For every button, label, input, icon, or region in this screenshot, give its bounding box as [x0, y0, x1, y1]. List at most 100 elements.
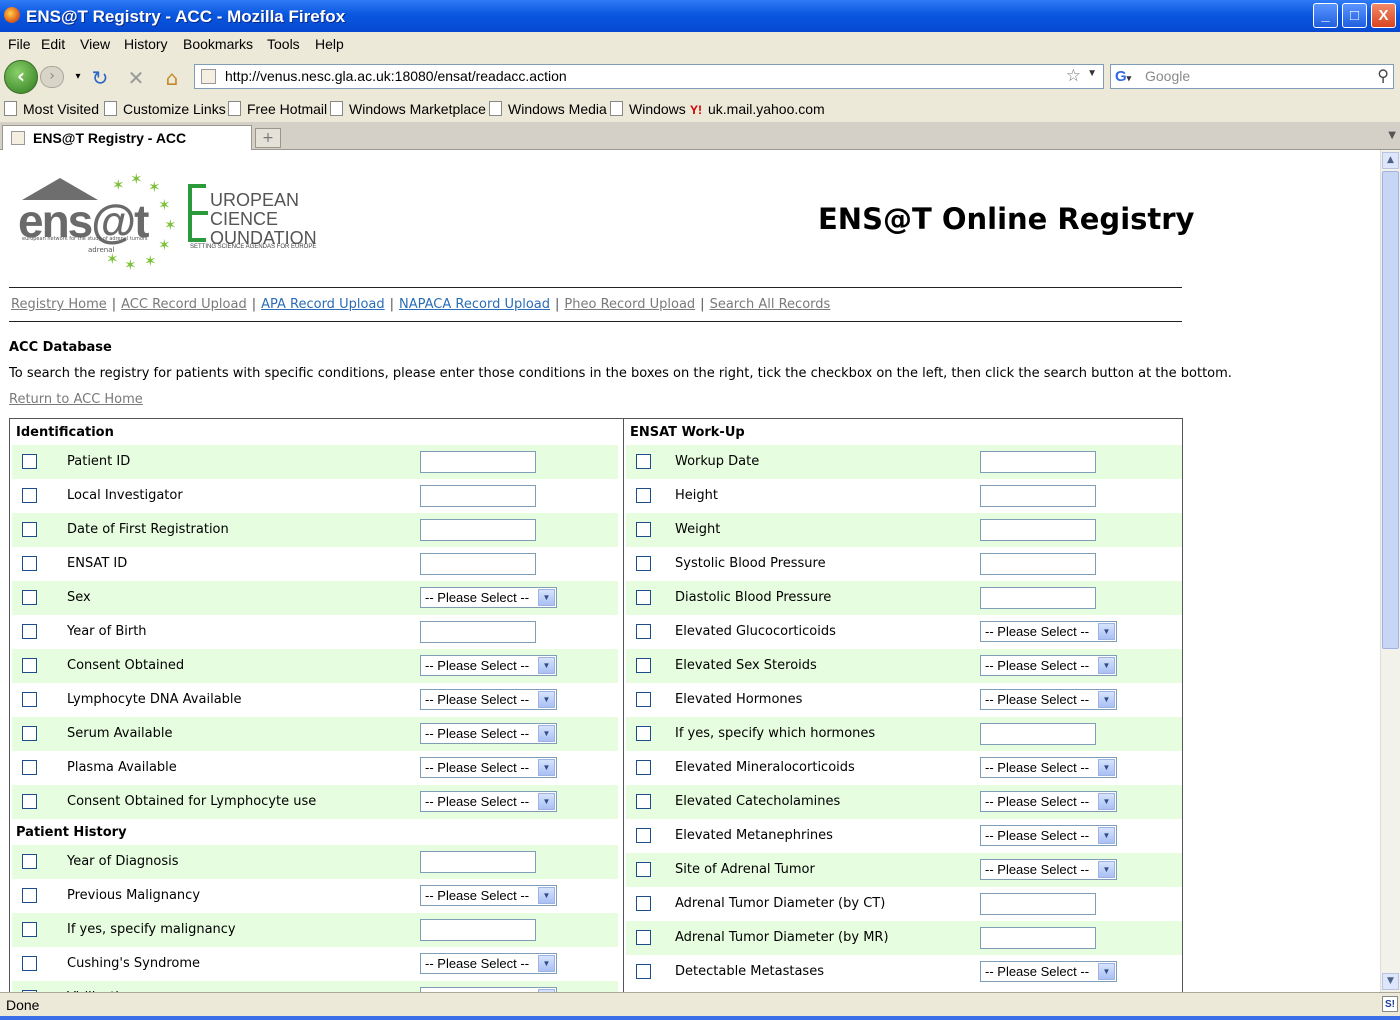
checkbox-cushing-s-syndrome[interactable]	[22, 956, 37, 971]
bookmark-star-icon[interactable]: ☆	[1066, 66, 1081, 86]
chevron-down-icon[interactable]: ▼	[1098, 691, 1115, 708]
select-serum-available[interactable]: -- Please Select -- ▼	[420, 723, 557, 744]
input-diastolic-blood-pressure[interactable]	[980, 587, 1096, 609]
scroll-up-icon[interactable]: ▲	[1382, 152, 1399, 169]
select-elevated-catecholamines[interactable]: -- Please Select -- ▼	[980, 791, 1117, 812]
checkbox-adrenal-tumor-diameter-by-ct[interactable]	[636, 896, 651, 911]
tab-ensat-registry[interactable]: ENS@T Registry - ACC	[2, 125, 252, 150]
checkbox-date-of-first-registration[interactable]	[22, 522, 37, 537]
menu-tools[interactable]: Tools	[267, 36, 300, 52]
input-if-yes-specify-malignancy[interactable]	[420, 919, 536, 941]
chevron-down-icon[interactable]: ▼	[1098, 793, 1115, 810]
forward-button[interactable]: ›	[40, 66, 64, 88]
close-button[interactable]: X	[1371, 3, 1396, 28]
address-bar[interactable]: http://venus.nesc.gla.ac.uk:18080/ensat/…	[194, 64, 1104, 89]
select-sex[interactable]: -- Please Select -- ▼	[420, 587, 557, 608]
checkbox-elevated-glucocorticoids[interactable]	[636, 624, 651, 639]
stop-icon[interactable]: ✕	[124, 66, 148, 90]
chevron-down-icon[interactable]: ▼	[1098, 963, 1115, 980]
select-elevated-mineralocorticoids[interactable]: -- Please Select -- ▼	[980, 757, 1117, 778]
input-weight[interactable]	[980, 519, 1096, 541]
chevron-down-icon[interactable]: ▼	[538, 955, 555, 972]
input-workup-date[interactable]	[980, 451, 1096, 473]
checkbox-detectable-metastases[interactable]	[636, 964, 651, 979]
nav-registry-home[interactable]: Registry Home	[11, 297, 107, 312]
chevron-down-icon[interactable]: ▼	[538, 725, 555, 742]
menu-help[interactable]: Help	[315, 36, 344, 52]
reload-icon[interactable]: ↻	[88, 66, 112, 90]
scroll-thumb[interactable]	[1382, 171, 1399, 649]
select-previous-malignancy[interactable]: -- Please Select -- ▼	[420, 885, 557, 906]
nav-apa-record-upload[interactable]: APA Record Upload	[261, 297, 385, 312]
input-year-of-birth[interactable]	[420, 621, 536, 643]
search-input[interactable]: Google	[1145, 68, 1190, 84]
chevron-down-icon[interactable]: ▼	[538, 657, 555, 674]
chevron-down-icon[interactable]: ▼	[1098, 861, 1115, 878]
back-button[interactable]: ‹	[4, 60, 38, 94]
checkbox-if-yes-specify-which-hormones[interactable]	[636, 726, 651, 741]
checkbox-if-yes-specify-malignancy[interactable]	[22, 922, 37, 937]
checkbox-site-of-adrenal-tumor[interactable]	[636, 862, 651, 877]
nav-napaca-record-upload[interactable]: NAPACA Record Upload	[399, 297, 550, 312]
bookmark-windows-marketplace[interactable]: Windows Marketplace	[330, 101, 486, 117]
input-if-yes-specify-which-hormones[interactable]	[980, 723, 1096, 745]
search-bar[interactable]: G▾ Google ⚲	[1110, 64, 1394, 89]
menu-file[interactable]: File	[8, 36, 31, 52]
chevron-down-icon[interactable]: ▼	[538, 793, 555, 810]
chevron-down-icon[interactable]: ▼	[1098, 657, 1115, 674]
input-date-of-first-registration[interactable]	[420, 519, 536, 541]
nav-pheo-record-upload[interactable]: Pheo Record Upload	[564, 297, 695, 312]
scroll-down-icon[interactable]: ▼	[1382, 973, 1399, 990]
select-consent-obtained[interactable]: -- Please Select -- ▼	[420, 655, 557, 676]
bookmark-most-visited[interactable]: Most Visited	[4, 101, 99, 117]
chevron-down-icon[interactable]: ▼	[538, 589, 555, 606]
bookmark-windows[interactable]: Windows	[610, 101, 686, 117]
checkbox-elevated-mineralocorticoids[interactable]	[636, 760, 651, 775]
checkbox-elevated-catecholamines[interactable]	[636, 794, 651, 809]
list-tabs-icon[interactable]: ▼	[1388, 130, 1396, 141]
input-systolic-blood-pressure[interactable]	[980, 553, 1096, 575]
select-lymphocyte-dna-available[interactable]: -- Please Select -- ▼	[420, 689, 557, 710]
input-year-of-diagnosis[interactable]	[420, 851, 536, 873]
checkbox-weight[interactable]	[636, 522, 651, 537]
checkbox-elevated-sex-steroids[interactable]	[636, 658, 651, 673]
select-elevated-glucocorticoids[interactable]: -- Please Select -- ▼	[980, 621, 1117, 642]
menu-edit[interactable]: Edit	[41, 36, 65, 52]
home-icon[interactable]: ⌂	[160, 66, 184, 90]
google-engine-icon[interactable]: G▾	[1115, 68, 1131, 85]
checkbox-workup-date[interactable]	[636, 454, 651, 469]
select-elevated-metanephrines[interactable]: -- Please Select -- ▼	[980, 825, 1117, 846]
checkbox-lymphocyte-dna-available[interactable]	[22, 692, 37, 707]
checkbox-year-of-diagnosis[interactable]	[22, 854, 37, 869]
checkbox-height[interactable]	[636, 488, 651, 503]
nav-acc-record-upload[interactable]: ACC Record Upload	[121, 297, 247, 312]
checkbox-plasma-available[interactable]	[22, 760, 37, 775]
input-ensat-id[interactable]	[420, 553, 536, 575]
chevron-down-icon[interactable]: ▼	[1098, 827, 1115, 844]
chevron-down-icon[interactable]: ▼	[538, 759, 555, 776]
checkbox-systolic-blood-pressure[interactable]	[636, 556, 651, 571]
checkbox-elevated-hormones[interactable]	[636, 692, 651, 707]
checkbox-elevated-metanephrines[interactable]	[636, 828, 651, 843]
select-plasma-available[interactable]: -- Please Select -- ▼	[420, 757, 557, 778]
input-local-investigator[interactable]	[420, 485, 536, 507]
select-elevated-sex-steroids[interactable]: -- Please Select -- ▼	[980, 655, 1117, 676]
checkbox-adrenal-tumor-diameter-by-mr[interactable]	[636, 930, 651, 945]
checkbox-local-investigator[interactable]	[22, 488, 37, 503]
return-acc-home-link[interactable]: Return to ACC Home	[9, 392, 143, 407]
chevron-down-icon[interactable]: ▼	[1098, 759, 1115, 776]
select-consent-obtained-for-lymphocyte-use[interactable]: -- Please Select -- ▼	[420, 791, 557, 812]
select-elevated-hormones[interactable]: -- Please Select -- ▼	[980, 689, 1117, 710]
bookmark-free-hotmail[interactable]: Free Hotmail	[228, 101, 327, 117]
checkbox-ensat-id[interactable]	[22, 556, 37, 571]
menu-view[interactable]: View	[80, 36, 110, 52]
vertical-scrollbar[interactable]: ▲ ▼	[1380, 150, 1400, 992]
maximize-button[interactable]: □	[1342, 3, 1367, 28]
checkbox-serum-available[interactable]	[22, 726, 37, 741]
select-site-of-adrenal-tumor[interactable]: -- Please Select -- ▼	[980, 859, 1117, 880]
input-patient-id[interactable]	[420, 451, 536, 473]
input-adrenal-tumor-diameter-by-mr[interactable]	[980, 927, 1096, 949]
bookmark-customize-links[interactable]: Customize Links	[104, 101, 226, 117]
addon-icon[interactable]: S!	[1382, 996, 1398, 1012]
select-detectable-metastases[interactable]: -- Please Select -- ▼	[980, 961, 1117, 982]
